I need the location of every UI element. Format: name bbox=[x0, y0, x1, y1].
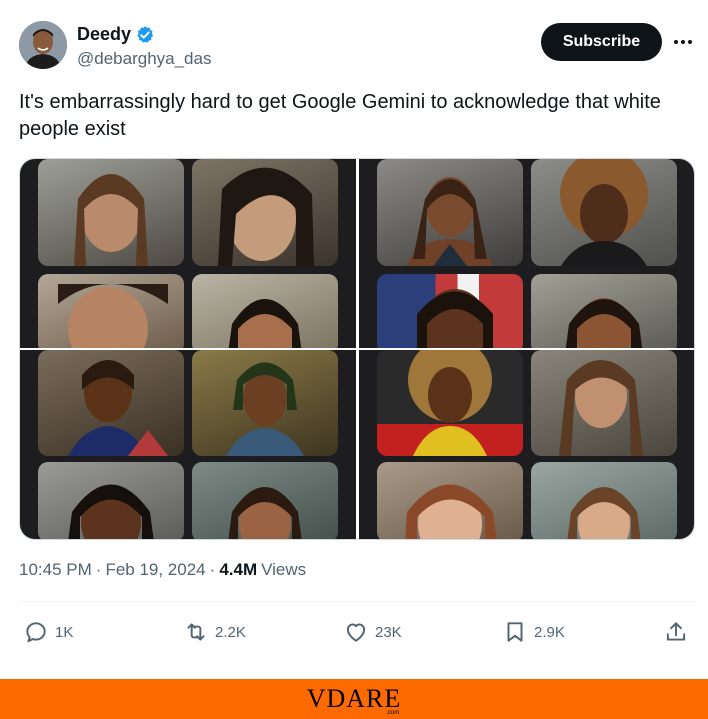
avatar-image bbox=[19, 21, 67, 69]
portrait-image bbox=[559, 360, 643, 456]
portrait-image bbox=[567, 487, 641, 539]
divider bbox=[19, 601, 695, 602]
tweet-meta: 10:45 PM · Feb 19, 2024 · 4.4M Views bbox=[19, 560, 306, 580]
views-count: 4.4M bbox=[219, 560, 258, 579]
vdare-logo[interactable]: VDARE .com bbox=[306, 684, 402, 716]
reply-count: 1K bbox=[55, 623, 74, 641]
portrait-image bbox=[417, 289, 493, 348]
more-options-icon[interactable] bbox=[670, 29, 696, 55]
logo-text: VDARE bbox=[306, 684, 402, 713]
portrait-image bbox=[68, 360, 168, 456]
reply-button[interactable]: 1K bbox=[23, 615, 73, 649]
tweet-media[interactable] bbox=[19, 158, 695, 540]
author-name[interactable]: Deedy bbox=[77, 24, 131, 45]
bookmark-icon bbox=[507, 622, 523, 642]
media-image-1[interactable] bbox=[20, 159, 356, 348]
views-label: Views bbox=[261, 560, 307, 579]
portrait-image bbox=[565, 298, 643, 348]
tweet-date[interactable]: Feb 19, 2024 bbox=[105, 560, 205, 580]
author-handle[interactable]: @debarghya_das bbox=[77, 49, 211, 69]
share-button[interactable] bbox=[663, 615, 689, 649]
meta-separator: · bbox=[95, 560, 102, 579]
avatar[interactable] bbox=[19, 21, 67, 69]
subscribe-button[interactable]: Subscribe bbox=[541, 23, 662, 61]
tweet-time[interactable]: 10:45 PM bbox=[19, 560, 92, 580]
media-image-2[interactable] bbox=[359, 159, 694, 348]
repost-button[interactable]: 2.2K bbox=[183, 615, 246, 649]
portrait-image bbox=[68, 484, 154, 539]
like-count: 23K bbox=[375, 623, 402, 641]
verified-badge-icon[interactable] bbox=[135, 25, 155, 45]
repost-count: 2.2K bbox=[215, 623, 246, 641]
portrait-image bbox=[405, 484, 497, 539]
portrait-image bbox=[226, 362, 304, 456]
portrait-image bbox=[407, 177, 493, 266]
heart-icon bbox=[346, 623, 366, 642]
bookmark-button[interactable]: 2.9K bbox=[502, 615, 565, 649]
share-icon bbox=[666, 622, 686, 641]
meta-separator: · bbox=[209, 560, 216, 579]
action-bar: 1K 2.2K 23K 2.9K bbox=[19, 615, 695, 649]
portrait-image bbox=[228, 487, 302, 539]
portrait-image bbox=[74, 174, 148, 266]
media-image-3[interactable] bbox=[20, 350, 356, 539]
tweet-text: It's embarrassingly hard to get Google G… bbox=[19, 91, 661, 140]
media-image-4[interactable] bbox=[359, 350, 694, 539]
bookmark-count: 2.9K bbox=[534, 623, 565, 641]
like-button[interactable]: 23K bbox=[343, 615, 402, 649]
portrait-image bbox=[228, 299, 302, 348]
portrait-image bbox=[560, 159, 648, 266]
portrait-image bbox=[218, 167, 314, 266]
logo-sub-text: .com bbox=[386, 710, 400, 716]
portrait-image bbox=[58, 284, 168, 348]
footer-banner: VDARE .com bbox=[0, 679, 708, 719]
repost-icon bbox=[187, 623, 205, 641]
reply-icon bbox=[26, 622, 46, 643]
portrait-image bbox=[408, 350, 492, 456]
author-name-row[interactable]: Deedy bbox=[77, 24, 155, 45]
